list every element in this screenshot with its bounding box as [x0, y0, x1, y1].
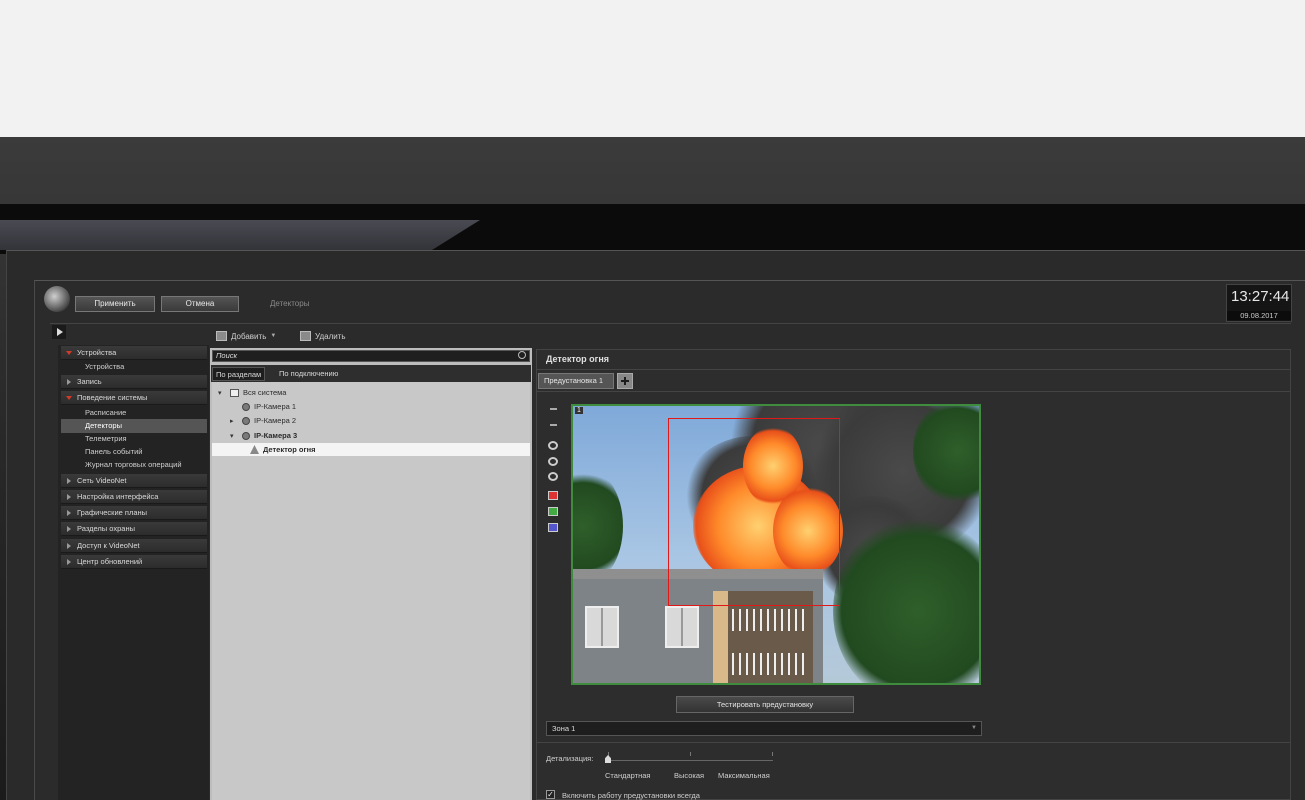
search-icon[interactable]	[518, 351, 526, 359]
slider-tick	[690, 752, 691, 756]
sidebar-item-schedule[interactable]: Расписание	[61, 406, 207, 420]
tree-node-label: IP-Камера 1	[254, 402, 297, 411]
monitor-bezel-shine	[0, 220, 480, 250]
search-input[interactable]: Поиск	[212, 350, 530, 362]
clock-date: 09.08.2017	[1227, 311, 1291, 320]
chevron-down-icon[interactable]: ▼	[270, 333, 276, 339]
cancel-button[interactable]: Отмена	[161, 296, 239, 312]
detection-zone-box[interactable]	[668, 418, 840, 606]
always-on-checkbox[interactable]: ✓	[546, 790, 555, 799]
panel-divider	[537, 369, 1291, 370]
clock-time: 13:27:44	[1231, 288, 1290, 305]
slider-tick	[772, 752, 773, 756]
fire-detector-icon	[250, 445, 259, 454]
expand-icon[interactable]: ▾	[230, 432, 238, 440]
sidebar-section-recording[interactable]: Запись	[61, 375, 207, 389]
apply-button[interactable]: Применить	[75, 296, 155, 312]
add-preset-icon[interactable]	[617, 373, 633, 389]
sidebar-item-event-panel[interactable]: Панель событий	[61, 445, 207, 459]
clock: 13:27:44 09.08.2017	[1226, 284, 1292, 322]
rotate-icon[interactable]	[548, 441, 558, 450]
detail-level-standard: Стандартная	[605, 771, 651, 780]
sidebar-section-graphic-plans[interactable]: Графические планы	[61, 506, 207, 520]
balcony-rail	[732, 609, 809, 631]
panel-divider	[537, 742, 1291, 743]
camera-icon	[242, 431, 250, 440]
tree-node-fire-detector[interactable]: Детектор огня	[250, 443, 316, 456]
zone-select[interactable]: Зона 1 ▼	[546, 721, 982, 736]
add-icon	[216, 331, 227, 341]
menu-lines-icon[interactable]	[550, 408, 557, 410]
settings-icon[interactable]	[548, 472, 558, 481]
tab-preset-1[interactable]: Предустановка 1	[538, 373, 614, 389]
tree-node-label: IP-Камера 2	[254, 416, 297, 425]
green-zone-icon[interactable]	[548, 507, 558, 516]
building-window	[665, 606, 699, 648]
tree-node-camera-2[interactable]: ▸ IP-Камера 2	[230, 414, 296, 427]
delete-button[interactable]: Удалить	[300, 331, 346, 341]
always-on-label: Включить работу предустановки всегда	[562, 791, 700, 800]
page-background	[0, 0, 1305, 137]
add-label: Добавить	[231, 331, 267, 341]
blue-zone-icon[interactable]	[548, 523, 558, 532]
tab-by-sections[interactable]: По разделам	[212, 367, 266, 381]
sidebar-item-trade-log[interactable]: Журнал торговых операций	[61, 458, 207, 472]
section-title: Детекторы	[270, 299, 310, 308]
zoom-icon[interactable]	[548, 457, 558, 466]
tree-node-camera-1[interactable]: IP-Камера 1	[230, 400, 296, 413]
test-preset-button[interactable]: Тестировать предустановку	[676, 696, 854, 713]
app-logo-icon	[44, 286, 70, 312]
delete-icon	[300, 331, 311, 341]
detail-label: Детализация:	[546, 754, 594, 763]
tree-node-label: Детектор огня	[263, 445, 316, 454]
building-window	[585, 606, 619, 648]
collapse-arrow-icon[interactable]	[52, 325, 66, 339]
sidebar-item-detectors[interactable]: Детекторы	[61, 419, 207, 433]
toolbar-divider	[50, 323, 1291, 324]
sidebar-section-videonet-access[interactable]: Доступ к VideoNet	[61, 539, 207, 553]
sidebar-item-telemetry[interactable]: Телеметрия	[61, 432, 207, 446]
sidebar-section-system-behavior[interactable]: Поведение системы	[61, 391, 207, 405]
camera-icon	[242, 416, 250, 425]
delete-label: Удалить	[315, 331, 346, 341]
chevron-down-icon[interactable]: ▼	[971, 722, 977, 735]
add-button[interactable]: Добавить ▼	[216, 331, 276, 341]
detector-title: Детектор огня	[546, 354, 610, 364]
sidebar-section-videonet[interactable]: Сеть VideoNet	[61, 474, 207, 488]
sidebar-section-interface[interactable]: Настройка интерфейса	[61, 490, 207, 504]
panel-divider	[537, 391, 1291, 392]
expand-icon[interactable]: ▾	[218, 389, 226, 397]
tree-node-camera-3[interactable]: ▾ IP-Камера 3	[230, 429, 297, 442]
sidebar-section-security-zones[interactable]: Разделы охраны	[61, 522, 207, 536]
sidebar-item-devices[interactable]: Устройства	[61, 360, 207, 374]
detail-level-maximum: Максимальная	[718, 771, 770, 780]
tree-node-all-system[interactable]: ▾ Вся система	[218, 386, 286, 399]
camera-video-preview[interactable]: 1	[571, 404, 981, 685]
detail-level-high: Высокая	[674, 771, 705, 780]
tree-node-label: IP-Камера 3	[254, 431, 298, 440]
tree-node-label: Вся система	[243, 388, 287, 397]
video-channel-number: 1	[575, 407, 583, 414]
camera-icon	[242, 402, 250, 411]
system-icon	[230, 388, 239, 397]
zone-select-value: Зона 1	[552, 724, 576, 733]
balcony-rail	[732, 653, 809, 675]
red-zone-icon[interactable]	[548, 491, 558, 500]
detail-slider-track[interactable]	[608, 760, 773, 761]
minus-icon[interactable]	[550, 424, 557, 426]
tree-foliage	[573, 466, 623, 586]
sidebar-section-update-center[interactable]: Центр обновлений	[61, 555, 207, 569]
tab-by-connection[interactable]: По подключению	[276, 367, 341, 381]
sidebar-section-devices[interactable]: Устройства	[61, 346, 207, 360]
expand-icon[interactable]: ▸	[230, 417, 238, 425]
